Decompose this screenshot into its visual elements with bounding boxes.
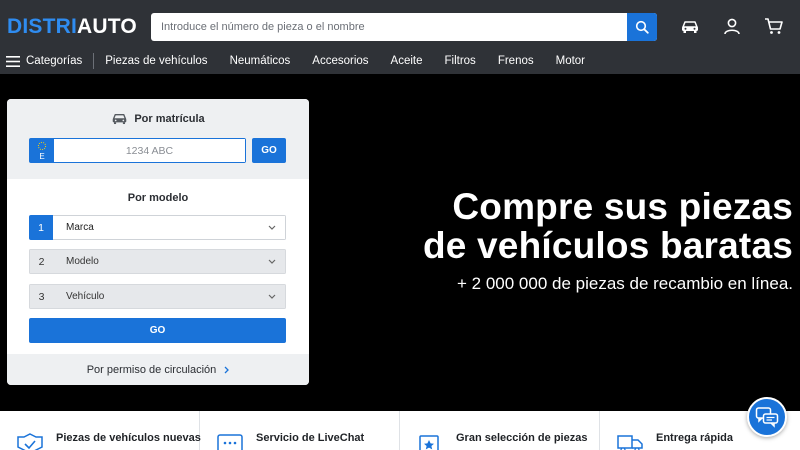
feature-livechat: Servicio de LiveChat — [200, 411, 400, 450]
model-select[interactable]: 2 Modelo — [29, 249, 286, 274]
nav-item-frenos[interactable]: Frenos — [498, 55, 534, 67]
hero-heading: Compre sus piezas de vehículos baratas — [423, 187, 793, 265]
feature-title: Gran selección de piezas — [456, 432, 588, 444]
hamburger-icon — [6, 55, 20, 67]
header: DISTRIAUTO Categorías Piezas de vehículo… — [0, 0, 800, 74]
chat-dots-icon — [217, 434, 243, 450]
vehicle-select-label: Vehículo — [66, 291, 105, 302]
model-select-label: Modelo — [66, 256, 99, 267]
vehicle-search-card: Por matrícula E GO Por modelo 1 Marca 2 … — [7, 99, 309, 385]
shopping-cart-icon[interactable] — [764, 16, 784, 36]
search-bar — [151, 13, 657, 41]
nav-item-motor[interactable]: Motor — [556, 55, 585, 67]
chat-bubbles-icon — [755, 407, 779, 428]
hero-subtitle: + 2 000 000 de piezas de recambio en lín… — [457, 274, 793, 293]
feature-new-parts: Piezas de vehículos nuevas — [0, 411, 201, 450]
nav-item-piezas[interactable]: Piezas de vehículos — [105, 55, 207, 67]
step-number: 1 — [29, 215, 53, 240]
vehicle-select[interactable]: 3 Vehículo — [29, 284, 286, 309]
brand-select[interactable]: 1 Marca — [29, 215, 286, 240]
delivery-truck-icon — [617, 435, 643, 450]
logo-part-2: AUTO — [77, 15, 137, 38]
plate-go-button[interactable]: GO — [252, 138, 286, 163]
nav-item-filtros[interactable]: Filtros — [445, 55, 476, 67]
hero-line-2: de vehículos baratas — [422, 225, 793, 266]
nav-item-accesorios[interactable]: Accesorios — [312, 55, 368, 67]
plate-title: Por matrícula — [134, 112, 205, 125]
plate-section-title: Por matrícula — [7, 112, 309, 125]
plate-section: Por matrícula E GO — [7, 99, 309, 179]
features-strip: Piezas de vehículos nuevas Servicio de L… — [0, 411, 800, 450]
chevron-down-icon — [268, 294, 276, 299]
model-title: Por modelo — [127, 192, 189, 204]
main-nav: Categorías Piezas de vehículos Neumático… — [0, 50, 596, 72]
search-input[interactable] — [151, 13, 627, 41]
feature-title: Entrega rápida — [656, 432, 734, 444]
chevron-right-icon — [224, 366, 230, 373]
feature-title: Servicio de LiveChat — [256, 432, 365, 444]
categories-menu[interactable]: Categorías — [0, 53, 95, 69]
feature-title: Piezas de vehículos nuevas — [56, 432, 201, 444]
search-button[interactable] — [627, 13, 657, 41]
header-actions — [680, 16, 784, 36]
user-account-icon[interactable] — [722, 16, 742, 36]
plate-country: E — [39, 152, 45, 161]
car-icon — [113, 113, 127, 125]
feature-selection: Gran selección de piezas — [400, 411, 600, 450]
chevron-down-icon — [268, 259, 276, 264]
permit-link[interactable]: Por permiso de circulación — [7, 354, 309, 385]
logo[interactable]: DISTRI AUTO — [7, 14, 137, 40]
garage-car-icon[interactable] — [680, 16, 700, 36]
certified-badge-icon — [17, 433, 43, 450]
plate-input[interactable] — [54, 139, 245, 162]
model-go-button[interactable]: GO — [29, 318, 286, 343]
eu-badge: E — [30, 139, 54, 162]
livechat-button[interactable] — [747, 397, 787, 437]
star-box-icon — [419, 435, 439, 450]
model-section-title: Por modelo — [7, 192, 309, 204]
categories-label: Categorías — [26, 55, 83, 67]
eu-stars-icon — [37, 141, 47, 151]
plate-field: E — [29, 138, 246, 163]
permit-link-label: Por permiso de circulación — [86, 363, 217, 376]
logo-part-1: DISTRI — [7, 15, 78, 38]
brand-select-label: Marca — [66, 222, 94, 233]
hero-line-1: Compre sus piezas — [452, 186, 793, 227]
chevron-down-icon — [268, 225, 276, 230]
search-icon — [635, 20, 649, 34]
nav-item-neumaticos[interactable]: Neumáticos — [230, 55, 291, 67]
nav-item-aceite[interactable]: Aceite — [391, 55, 423, 67]
step-number: 2 — [29, 249, 53, 274]
step-number: 3 — [29, 284, 53, 309]
